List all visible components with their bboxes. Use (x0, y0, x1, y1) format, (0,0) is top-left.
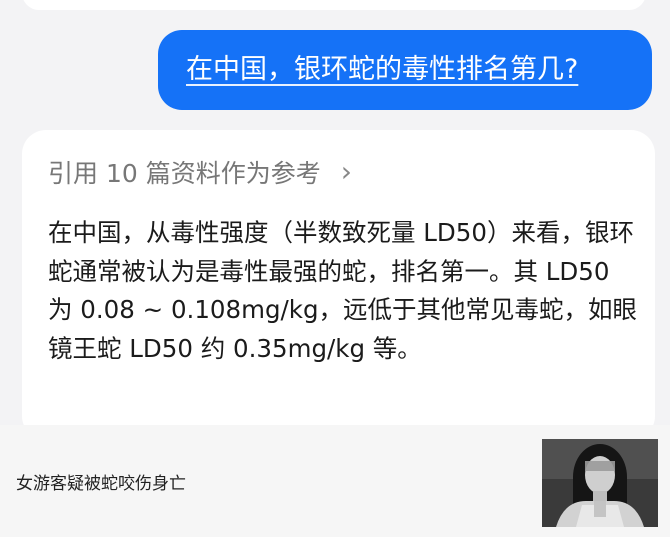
video-caption-bar: 女游客疑被蛇咬伤身亡 (0, 425, 670, 537)
user-message-bubble[interactable]: 在中国，银环蛇的毒性排名第几? (158, 30, 652, 110)
references-link[interactable]: 引用 10 篇资料作为参考 › (48, 152, 352, 192)
person-figure-icon (542, 439, 658, 527)
references-label: 引用 10 篇资料作为参考 (48, 159, 321, 188)
assistant-answer-text: 在中国，从毒性强度（半数致死量 LD50）来看，银环蛇通常被认为是毒性最强的蛇，… (48, 218, 637, 363)
person-video-thumbnail[interactable] (542, 439, 658, 527)
user-question-text: 在中国，银环蛇的毒性排名第几? (186, 54, 579, 85)
assistant-reply-bubble: 引用 10 篇资料作为参考 › 在中国，从毒性强度（半数致死量 LD50）来看，… (22, 130, 655, 440)
chat-area: 在中国，银环蛇的毒性排名第几? 引用 10 篇资料作为参考 › 在中国，从毒性强… (0, 0, 670, 440)
chevron-right-icon: › (340, 155, 352, 188)
video-caption: 女游客疑被蛇咬伤身亡 (16, 474, 186, 494)
previous-message-bubble (22, 0, 646, 10)
